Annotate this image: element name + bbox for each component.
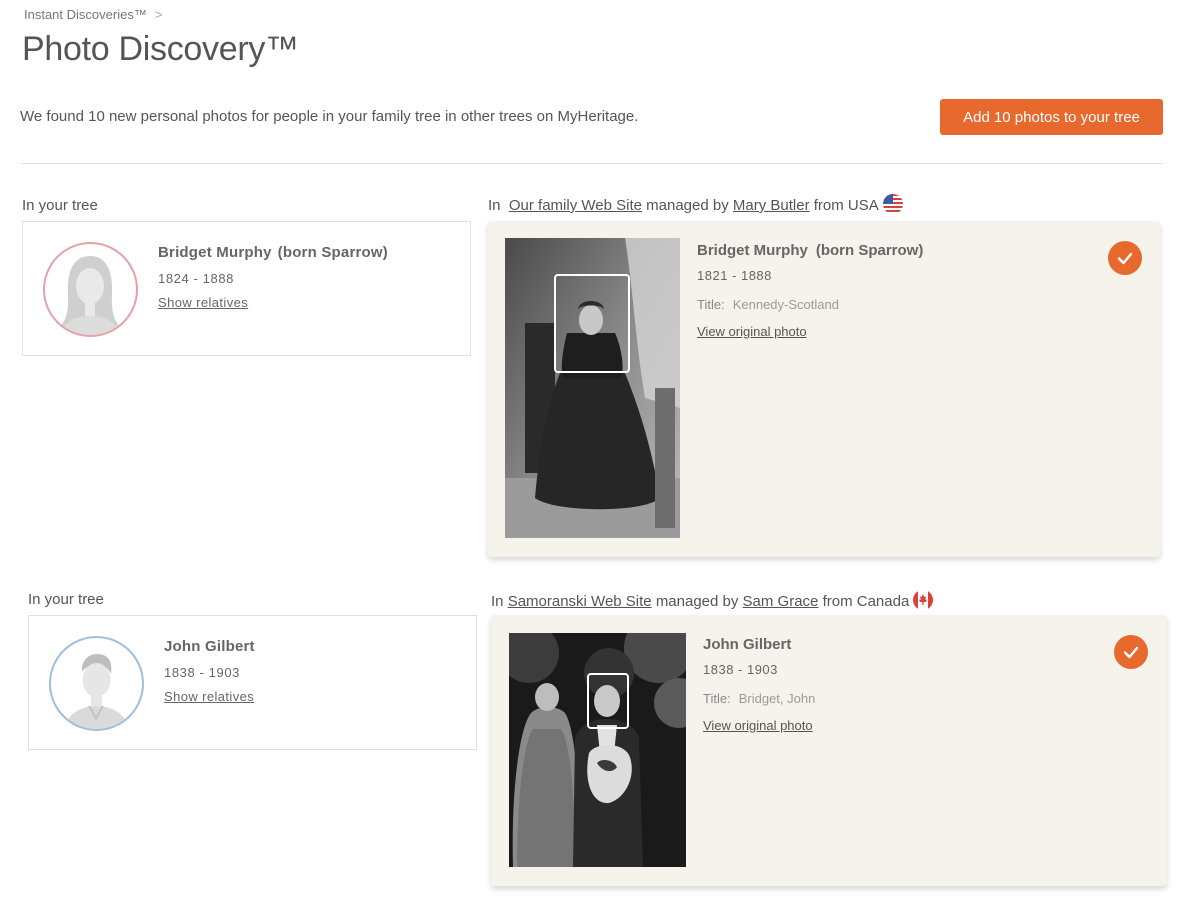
photo-title-label: Title: (697, 297, 725, 312)
male-avatar-icon (49, 636, 144, 731)
summary-text: We found 10 new personal photos for peop… (20, 108, 639, 125)
tree-person-card: John Gilbert 1838 - 1903 Show relatives (28, 615, 477, 750)
selected-check-icon[interactable] (1114, 635, 1148, 669)
tree-person-dates: 1824 - 1888 (158, 271, 234, 286)
usa-flag-icon (882, 194, 903, 214)
person-name-text: Bridget Murphy (158, 244, 272, 261)
photo-title-value: Bridget, John (738, 691, 816, 706)
source-prefix: In (491, 593, 504, 610)
photo-match-card: John Gilbert 1838 - 1903 Title: Bridget, … (491, 615, 1167, 886)
view-original-photo-link[interactable]: View original photo (697, 324, 807, 339)
maiden-name: (born Sparrow) (277, 244, 388, 261)
photo-title: Title: Bridget, John (703, 691, 815, 706)
photo-match-card: Bridget Murphy (born Sparrow) 1821 - 1888… (488, 221, 1160, 557)
tree-person-name: John Gilbert (164, 638, 255, 655)
site-manager-link[interactable]: Mary Butler (733, 197, 810, 214)
canada-flag-icon (913, 590, 934, 610)
tree-person-dates: 1838 - 1903 (164, 665, 240, 680)
source-line: In Our family Web Site managed by Mary B… (488, 194, 903, 214)
site-manager-link[interactable]: Sam Grace (743, 593, 819, 610)
selected-check-icon[interactable] (1108, 241, 1142, 275)
source-line: In Samoranski Web Site managed by Sam Gr… (491, 590, 934, 610)
divider (21, 163, 1163, 164)
maiden-name: (born Sparrow) (815, 242, 924, 259)
managed-by-text: managed by (646, 197, 729, 214)
match-person-dates: 1838 - 1903 (703, 662, 778, 677)
matched-photo[interactable] (505, 238, 680, 538)
view-original-photo-link[interactable]: View original photo (703, 718, 813, 733)
breadcrumb-link-instant-discoveries[interactable]: Instant Discoveries™ (24, 7, 147, 22)
page-title: Photo Discovery™ (22, 30, 299, 68)
face-detection-box (554, 274, 630, 373)
in-your-tree-label: In your tree (28, 591, 104, 608)
tree-person-card: Bridget Murphy (born Sparrow) 1824 - 1888… (22, 221, 471, 356)
from-country-text: from Canada (822, 593, 910, 610)
tree-person-name: Bridget Murphy (born Sparrow) (158, 244, 388, 261)
source-prefix: In (488, 197, 501, 214)
show-relatives-link[interactable]: Show relatives (164, 689, 254, 704)
match-person-name: Bridget Murphy (born Sparrow) (697, 242, 923, 259)
breadcrumb-separator: > (154, 7, 163, 22)
female-avatar-icon (43, 242, 138, 337)
source-site-link[interactable]: Our family Web Site (509, 197, 642, 214)
breadcrumb: Instant Discoveries™ > (24, 7, 162, 22)
person-name-text: John Gilbert (164, 638, 255, 655)
in-your-tree-label: In your tree (22, 197, 98, 214)
match-person-dates: 1821 - 1888 (697, 268, 772, 283)
managed-by-text: managed by (655, 593, 739, 610)
show-relatives-link[interactable]: Show relatives (158, 295, 248, 310)
matched-photo[interactable] (509, 633, 686, 867)
photo-title: Title: Kennedy-Scotland (697, 297, 839, 312)
face-detection-box (587, 673, 629, 729)
match-person-name: John Gilbert (703, 636, 791, 653)
source-site-link[interactable]: Samoranski Web Site (508, 593, 652, 610)
person-name-text: Bridget Murphy (697, 242, 808, 259)
from-country-text: from USA (813, 197, 879, 214)
person-name-text: John Gilbert (703, 636, 792, 653)
photo-title-value: Kennedy-Scotland (732, 297, 839, 312)
add-photos-button[interactable]: Add 10 photos to your tree (940, 99, 1163, 135)
photo-title-label: Title: (703, 691, 731, 706)
